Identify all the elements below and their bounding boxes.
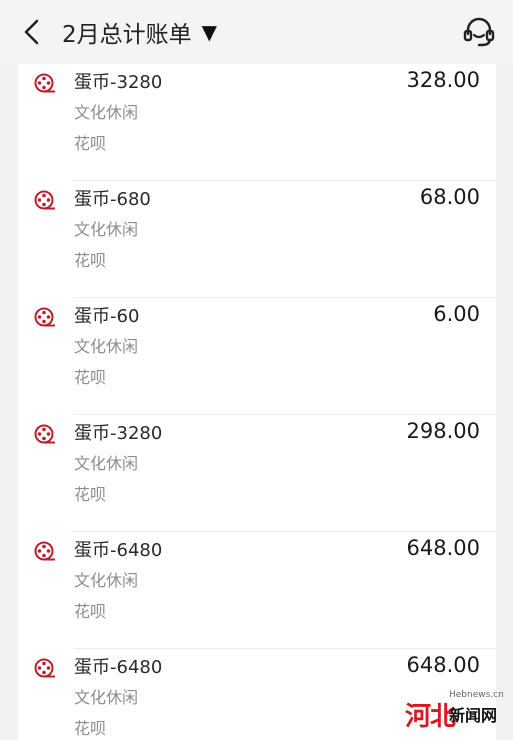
chevron-left-icon (24, 19, 39, 45)
bill-item-category: 文化休闲 (74, 688, 139, 707)
film-reel-icon (34, 424, 55, 444)
bill-item-category: 文化休闲 (74, 220, 139, 239)
bill-period-selector[interactable]: 2月总计账单 ▼ (62, 14, 217, 50)
bill-list: 蛋币-3280 文化休闲 花呗 328.00 蛋币-680 文化休闲 花呗 68… (18, 64, 496, 740)
watermark-name: 新闻网 (449, 706, 498, 725)
film-reel-icon (34, 658, 55, 678)
bill-item[interactable]: 蛋币-60 文化休闲 花呗 6.00 (18, 298, 496, 415)
bill-item-name: 蛋币-6480 (74, 540, 163, 561)
watermark-logo: 河北 (405, 702, 456, 732)
bill-item-category: 文化休闲 (74, 454, 139, 473)
bill-item-category: 文化休闲 (74, 337, 139, 356)
watermark-site: Hebnews.cn (449, 690, 504, 700)
bill-item[interactable]: 蛋币-3280 文化休闲 花呗 328.00 (18, 64, 496, 181)
bill-item-amount: 648.00 (406, 653, 480, 677)
bill-item[interactable]: 蛋币-3280 文化休闲 花呗 298.00 (18, 415, 496, 532)
bill-item-name: 蛋币-60 (74, 306, 140, 327)
top-nav-bar: 2月总计账单 ▼ (0, 0, 513, 64)
customer-service-button[interactable] (459, 12, 499, 52)
bill-item-amount: 648.00 (406, 536, 480, 560)
page-title: 2月总计账单 (62, 22, 192, 48)
bill-item-payment-method: 花呗 (74, 602, 107, 621)
bill-item-amount: 68.00 (419, 185, 480, 209)
bill-item-amount: 328.00 (406, 68, 480, 92)
bill-item-payment-method: 花呗 (74, 134, 107, 153)
bill-item-name: 蛋币-6480 (74, 657, 163, 678)
bill-item[interactable]: 蛋币-680 文化休闲 花呗 68.00 (18, 181, 496, 298)
film-reel-icon (34, 73, 55, 93)
bill-item-category: 文化休闲 (74, 571, 139, 590)
bill-item-payment-method: 花呗 (74, 368, 107, 387)
bill-item-name: 蛋币-3280 (74, 423, 163, 444)
bill-item-name: 蛋币-3280 (74, 72, 163, 93)
film-reel-icon (34, 541, 55, 561)
hebnews-watermark: 河北 Hebnews.cn 新闻网 (405, 686, 505, 732)
customer-service-headset-icon (463, 17, 495, 47)
back-button[interactable] (14, 14, 50, 50)
film-reel-icon (34, 307, 55, 327)
bill-item-payment-method: 花呗 (74, 251, 107, 270)
bill-item-amount: 298.00 (406, 419, 480, 443)
film-reel-icon (34, 190, 55, 210)
bill-item-payment-method: 花呗 (74, 719, 107, 738)
dropdown-triangle-icon: ▼ (201, 20, 218, 44)
bill-item-category: 文化休闲 (74, 103, 139, 122)
bill-item-amount: 6.00 (433, 302, 480, 326)
bill-item[interactable]: 蛋币-6480 文化休闲 花呗 648.00 (18, 532, 496, 649)
bill-item-name: 蛋币-680 (74, 189, 151, 210)
bill-item-payment-method: 花呗 (74, 485, 107, 504)
